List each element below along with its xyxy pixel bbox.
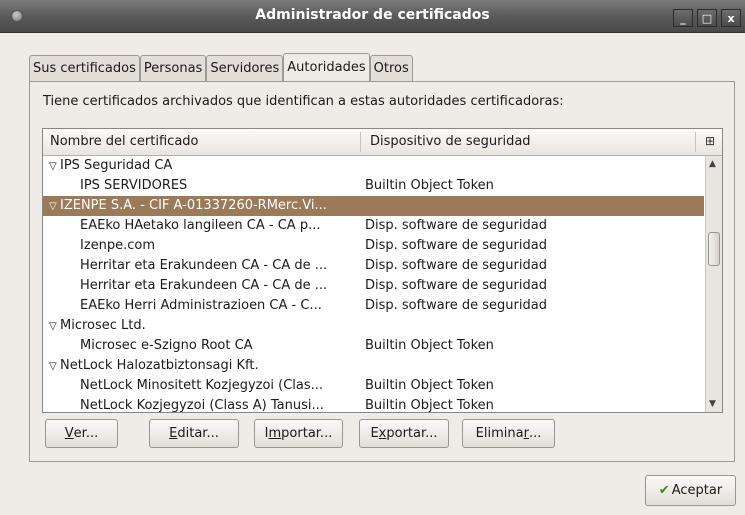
tree-rows: ▽ IPS Seguridad CA IPS SERVIDORES Builtin O… — [43, 156, 704, 413]
certificate-name: EAEko Herri Administrazioen CA - C... — [80, 298, 322, 313]
tab-servidores[interactable]: Servidores — [206, 55, 284, 81]
scroll-up-icon[interactable]: ▲ — [709, 159, 716, 169]
edit-button[interactable]: Editar... — [149, 419, 239, 448]
certificate-name: EAEko HAetako langileen CA - CA p... — [80, 218, 321, 233]
vertical-scrollbar[interactable]: ▲ ▼ — [705, 156, 722, 412]
minimize-button[interactable]: _ — [673, 9, 693, 27]
column-header-device[interactable]: Dispositivo de seguridad — [370, 134, 531, 149]
title-bar[interactable]: Administrador de certificados _ □ x — [0, 0, 745, 33]
certificate-name-cell: Izenpe.com — [80, 236, 362, 256]
certificate-name: Herritar eta Erakundeen CA - CA de ... — [80, 258, 328, 273]
security-device-cell: Disp. software de seguridad — [365, 258, 547, 273]
tree-group-row[interactable]: ▽ IPS Seguridad CA — [43, 156, 704, 176]
view-label-rest: er... — [73, 426, 99, 441]
security-device-cell: Disp. software de seguridad — [365, 218, 547, 233]
expander-icon[interactable]: ▽ — [49, 317, 60, 337]
certificate-name: NetLock Minositett Kozjegyzoi (Clas... — [80, 378, 324, 393]
export-label-pre: E — [370, 426, 379, 441]
import-button[interactable]: Im portar... — [254, 419, 343, 448]
edit-mnemonic: E — [169, 426, 178, 441]
close-button[interactable]: x — [721, 9, 741, 27]
security-device-cell: Disp. software de seguridad — [365, 298, 547, 313]
certificate-name-cell: Microsec e-Szigno Root CA — [80, 336, 362, 356]
certificate-name-cell: IPS SERVIDORES — [80, 176, 362, 196]
tree-row[interactable]: NetLock Minositett Kozjegyzoi (Clas... Bu… — [43, 376, 704, 396]
tab-panel: Tiene certificados archivados que identi… — [29, 81, 735, 462]
import-mnemonic: m — [268, 426, 282, 441]
certificate-name-cell: ▽ Microsec Ltd. — [49, 316, 699, 337]
tree-row[interactable]: Herritar eta Erakundeen CA - CA de ... Di… — [43, 256, 704, 276]
tab-personas[interactable]: Personas — [139, 55, 207, 81]
certificate-name-cell: ▽ IZENPE S.A. - CIF A-01337260-RMerc.Vi..… — [49, 196, 699, 217]
security-device-cell: Disp. software de seguridad — [365, 278, 547, 293]
tree-row[interactable]: EAEko HAetako langileen CA - CA p... Disp… — [43, 216, 704, 236]
certificate-tree[interactable]: Nombre del certificado Dispositivo de se… — [42, 128, 723, 413]
certificate-name: Microsec e-Szigno Root CA — [80, 338, 253, 353]
column-divider[interactable] — [360, 132, 361, 152]
security-device-cell: Builtin Object Token — [365, 338, 494, 353]
certificate-name: NetLock Kozjegyzoi (Class A) Tanusi... — [80, 398, 324, 413]
certificate-name: IPS Seguridad CA — [60, 158, 173, 173]
expander-icon[interactable]: ▽ — [49, 197, 60, 217]
tree-header: Nombre del certificado Dispositivo de se… — [43, 129, 722, 156]
certificate-name-cell: EAEko HAetako langileen CA - CA p... — [80, 216, 362, 236]
accept-label: Aceptar — [671, 483, 723, 498]
security-device-cell: Builtin Object Token — [365, 398, 494, 413]
tree-row[interactable]: EAEko Herri Administrazioen CA - C... Dis… — [43, 296, 704, 316]
tree-group-row[interactable]: ▽ NetLock Halozatbiztonsagi Kft. — [43, 356, 704, 376]
scroll-down-icon[interactable]: ▼ — [709, 399, 716, 409]
tree-row[interactable]: Microsec e-Szigno Root CA Builtin Object … — [43, 336, 704, 356]
tab-otros[interactable]: Otros — [369, 55, 413, 81]
view-button[interactable]: Ver... — [45, 419, 118, 448]
edit-label-rest: ditar... — [177, 426, 219, 441]
import-label-rest: portar... — [281, 426, 333, 441]
certificate-name-cell: NetLock Minositett Kozjegyzoi (Clas... — [80, 376, 362, 396]
view-mnemonic: V — [64, 426, 74, 441]
certificate-name: Izenpe.com — [80, 238, 156, 253]
certificate-name-cell: ▽ IPS Seguridad CA — [49, 156, 699, 177]
column-picker-icon[interactable]: ⊞ — [705, 134, 715, 148]
certificate-name: IZENPE S.A. - CIF A-01337260-RMerc.Vi... — [60, 198, 327, 213]
tree-row[interactable]: IPS SERVIDORES Builtin Object Token — [43, 176, 704, 196]
tab-autoridades[interactable]: Autoridades — [283, 53, 370, 81]
maximize-button[interactable]: □ — [697, 9, 717, 27]
certificate-name: Herritar eta Erakundeen CA - CA de ... — [80, 278, 328, 293]
export-mnemonic: x — [378, 426, 387, 441]
tree-row[interactable]: Izenpe.com Disp. software de seguridad — [43, 236, 704, 256]
scrollbar-thumb[interactable] — [708, 232, 720, 266]
window-title: Administrador de certificados — [255, 7, 490, 23]
certificate-name: IPS SERVIDORES — [80, 178, 188, 193]
certificate-name-cell: ▽ NetLock Halozatbiztonsagi Kft. — [49, 356, 699, 377]
security-device-cell: Disp. software de seguridad — [365, 238, 547, 253]
security-device-cell: Builtin Object Token — [365, 378, 494, 393]
expander-icon[interactable]: ▽ — [49, 157, 60, 177]
certificate-name-cell: Herritar eta Erakundeen CA - CA de ... — [80, 256, 362, 276]
delete-label-rest: ... — [528, 426, 542, 441]
tab-sus-certificados[interactable]: Sus certificados — [29, 55, 140, 81]
tab-bar: Sus certificados Personas Servidores Aut… — [29, 53, 413, 81]
expander-icon[interactable]: ▽ — [49, 357, 60, 377]
delete-button[interactable]: Elimina r... — [462, 419, 555, 448]
certificate-name-cell: NetLock Kozjegyzoi (Class A) Tanusi... — [80, 396, 362, 413]
tree-row[interactable]: NetLock Kozjegyzoi (Class A) Tanusi... Bu… — [43, 396, 704, 413]
delete-label-pre: Elimina — [475, 426, 524, 441]
check-icon: ✔ — [658, 483, 670, 498]
tree-row[interactable]: Herritar eta Erakundeen CA - CA de ... Di… — [43, 276, 704, 296]
export-button[interactable]: Ex portar... — [359, 419, 449, 448]
security-device-cell: Builtin Object Token — [365, 178, 494, 193]
export-label-rest: portar... — [386, 426, 438, 441]
tree-group-row[interactable]: ▽ Microsec Ltd. — [43, 316, 704, 336]
certificate-name: NetLock Halozatbiztonsagi Kft. — [60, 358, 259, 373]
tree-group-row[interactable]: ▽ IZENPE S.A. - CIF A-01337260-RMerc.Vi..… — [43, 196, 704, 216]
certificate-name-cell: Herritar eta Erakundeen CA - CA de ... — [80, 276, 362, 296]
column-header-name[interactable]: Nombre del certificado — [50, 134, 198, 149]
accept-button[interactable]: ✔ Aceptar — [645, 475, 736, 506]
certificate-name: Microsec Ltd. — [60, 318, 146, 333]
certificate-name-cell: EAEko Herri Administrazioen CA - C... — [80, 296, 362, 316]
description-text: Tiene certificados archivados que identi… — [43, 94, 564, 109]
column-divider[interactable] — [695, 132, 696, 152]
